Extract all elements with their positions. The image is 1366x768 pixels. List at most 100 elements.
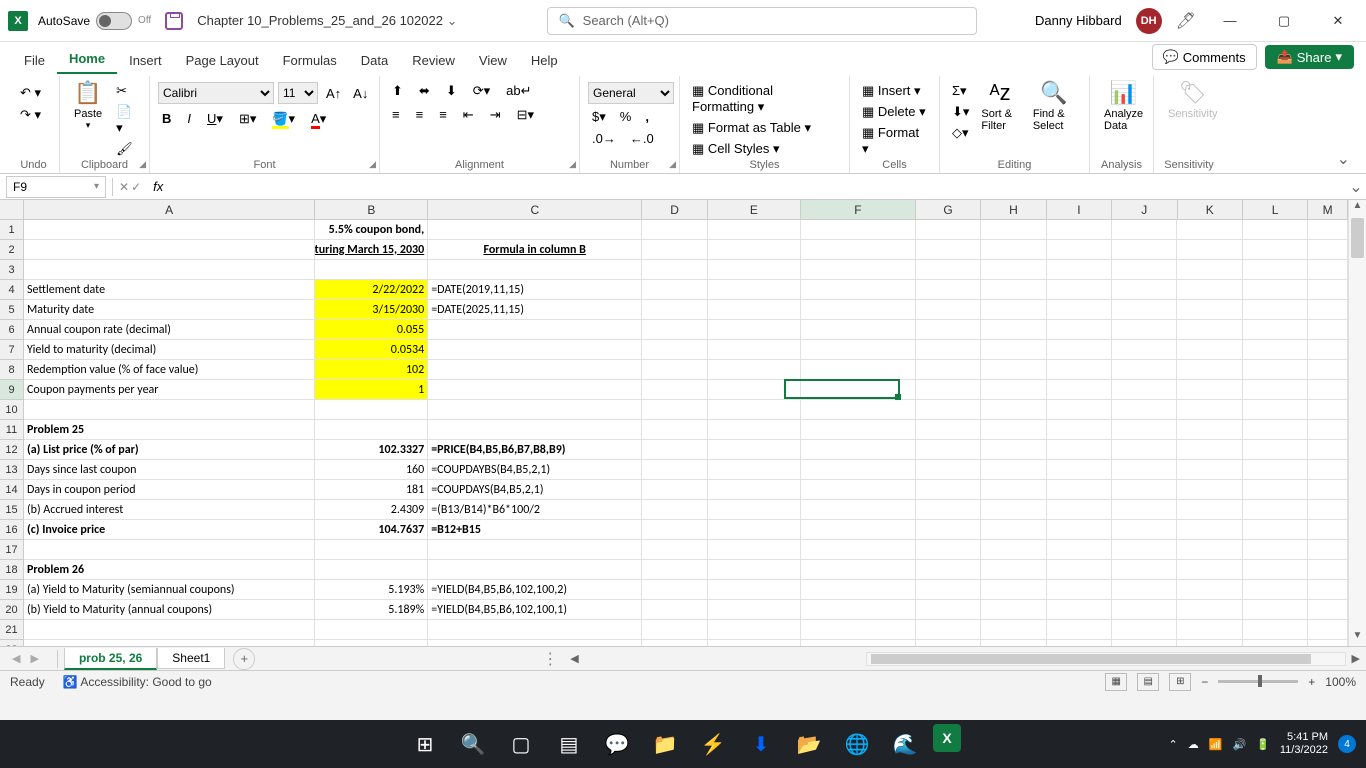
cell-E19[interactable]	[708, 580, 801, 600]
cell-M12[interactable]	[1308, 440, 1348, 460]
cell-M6[interactable]	[1308, 320, 1348, 340]
battery-icon[interactable]: 🔋	[1256, 738, 1270, 751]
cell-D18[interactable]	[642, 560, 707, 580]
cell-F12[interactable]	[801, 440, 916, 460]
cell-H1[interactable]	[981, 220, 1046, 240]
cell-H5[interactable]	[981, 300, 1046, 320]
cell-G10[interactable]	[916, 400, 981, 420]
cell-J8[interactable]	[1112, 360, 1177, 380]
cell-H14[interactable]	[981, 480, 1046, 500]
clock[interactable]: 5:41 PM 11/3/2022	[1280, 731, 1328, 757]
cell-A21[interactable]	[24, 620, 315, 640]
clipboard-launcher[interactable]: ◢	[139, 159, 146, 170]
sheet-tab-prob2526[interactable]: prob 25, 26	[64, 648, 157, 670]
row-header[interactable]: 14	[0, 480, 23, 500]
col-header-e[interactable]: E	[708, 200, 801, 219]
cell-F5[interactable]	[801, 300, 916, 320]
analyze-data-button[interactable]: 📊Analyze Data	[1098, 78, 1149, 134]
wrap-text-button[interactable]: ab↵	[502, 82, 535, 100]
row-header[interactable]: 20	[0, 600, 23, 620]
cell-E2[interactable]	[708, 240, 801, 260]
cell-J18[interactable]	[1112, 560, 1177, 580]
increase-decimal-button[interactable]: .0→	[588, 130, 620, 147]
cell-E6[interactable]	[708, 320, 801, 340]
cell-A10[interactable]	[24, 400, 315, 420]
row-header[interactable]: 2	[0, 240, 23, 260]
cell-B9[interactable]: 1	[315, 380, 428, 400]
cell-F1[interactable]	[801, 220, 916, 240]
percent-button[interactable]: %	[616, 108, 636, 126]
cell-M4[interactable]	[1308, 280, 1348, 300]
cell-L11[interactable]	[1243, 420, 1308, 440]
cell-D15[interactable]	[642, 500, 707, 520]
cell-C15[interactable]: =(B13/B14)*B6*100/2	[428, 500, 642, 520]
cell-F10[interactable]	[801, 400, 916, 420]
cell-G3[interactable]	[916, 260, 981, 280]
cell-G6[interactable]	[916, 320, 981, 340]
normal-view-button[interactable]: ▦	[1105, 673, 1127, 691]
cell-D19[interactable]	[642, 580, 707, 600]
cell-H15[interactable]	[981, 500, 1046, 520]
currency-button[interactable]: $▾	[588, 108, 610, 126]
cell-F14[interactable]	[801, 480, 916, 500]
cell-G12[interactable]	[916, 440, 981, 460]
cell-E12[interactable]	[708, 440, 801, 460]
cell-K22[interactable]	[1177, 640, 1242, 646]
cell-A16[interactable]: (c) Invoice price	[24, 520, 315, 540]
collapse-ribbon-button[interactable]: ⌄	[1329, 145, 1358, 173]
cell-F13[interactable]	[801, 460, 916, 480]
cell-H9[interactable]	[981, 380, 1046, 400]
cell-H17[interactable]	[981, 540, 1046, 560]
cell-L3[interactable]	[1243, 260, 1308, 280]
tab-file[interactable]: File	[12, 47, 57, 74]
cell-J5[interactable]	[1112, 300, 1177, 320]
col-header-a[interactable]: A	[24, 200, 315, 219]
cell-K19[interactable]	[1177, 580, 1242, 600]
cell-J19[interactable]	[1112, 580, 1177, 600]
cell-D9[interactable]	[642, 380, 707, 400]
cell-D7[interactable]	[642, 340, 707, 360]
cell-I1[interactable]	[1047, 220, 1112, 240]
cell-I14[interactable]	[1047, 480, 1112, 500]
cells-area[interactable]: 5.5% coupon bond,maturing March 15, 2030…	[24, 220, 1348, 646]
cell-A4[interactable]: Settlement date	[24, 280, 315, 300]
cell-F17[interactable]	[801, 540, 916, 560]
format-cells-button[interactable]: ▦ Format ▾	[858, 124, 931, 158]
cell-J6[interactable]	[1112, 320, 1177, 340]
cell-J14[interactable]	[1112, 480, 1177, 500]
sort-filter-button[interactable]: ᴬzSort & Filter	[975, 78, 1024, 134]
name-box[interactable]: F9▾	[6, 176, 106, 198]
cell-A7[interactable]: Yield to maturity (decimal)	[24, 340, 315, 360]
cell-M14[interactable]	[1308, 480, 1348, 500]
cell-J17[interactable]	[1112, 540, 1177, 560]
row-header[interactable]: 17	[0, 540, 23, 560]
cell-K9[interactable]	[1177, 380, 1242, 400]
cell-G21[interactable]	[916, 620, 981, 640]
orientation-button[interactable]: ⟳▾	[469, 82, 494, 100]
cut-button[interactable]: ✂	[112, 82, 141, 100]
cell-H6[interactable]	[981, 320, 1046, 340]
cell-A1[interactable]	[24, 220, 315, 240]
cell-M15[interactable]	[1308, 500, 1348, 520]
cell-G2[interactable]	[916, 240, 981, 260]
row-header[interactable]: 7	[0, 340, 23, 360]
scroll-up-button[interactable]: ▲	[1349, 200, 1366, 216]
cell-K11[interactable]	[1177, 420, 1242, 440]
page-layout-view-button[interactable]: ▤	[1137, 673, 1159, 691]
cell-G1[interactable]	[916, 220, 981, 240]
cell-M9[interactable]	[1308, 380, 1348, 400]
conditional-formatting-button[interactable]: ▦ Conditional Formatting ▾	[688, 82, 841, 116]
cell-K18[interactable]	[1177, 560, 1242, 580]
tab-formulas[interactable]: Formulas	[271, 47, 349, 74]
cell-E7[interactable]	[708, 340, 801, 360]
col-header-d[interactable]: D	[642, 200, 707, 219]
accessibility-status[interactable]: ♿ Accessibility: Good to go	[63, 675, 212, 689]
cell-C17[interactable]	[428, 540, 642, 560]
vertical-scrollbar[interactable]: ▲ ▼	[1348, 200, 1366, 646]
scroll-down-button[interactable]: ▼	[1349, 630, 1366, 646]
cell-I19[interactable]	[1047, 580, 1112, 600]
cell-E9[interactable]	[708, 380, 801, 400]
cell-F7[interactable]	[801, 340, 916, 360]
cell-A2[interactable]	[24, 240, 315, 260]
cell-M1[interactable]	[1308, 220, 1348, 240]
